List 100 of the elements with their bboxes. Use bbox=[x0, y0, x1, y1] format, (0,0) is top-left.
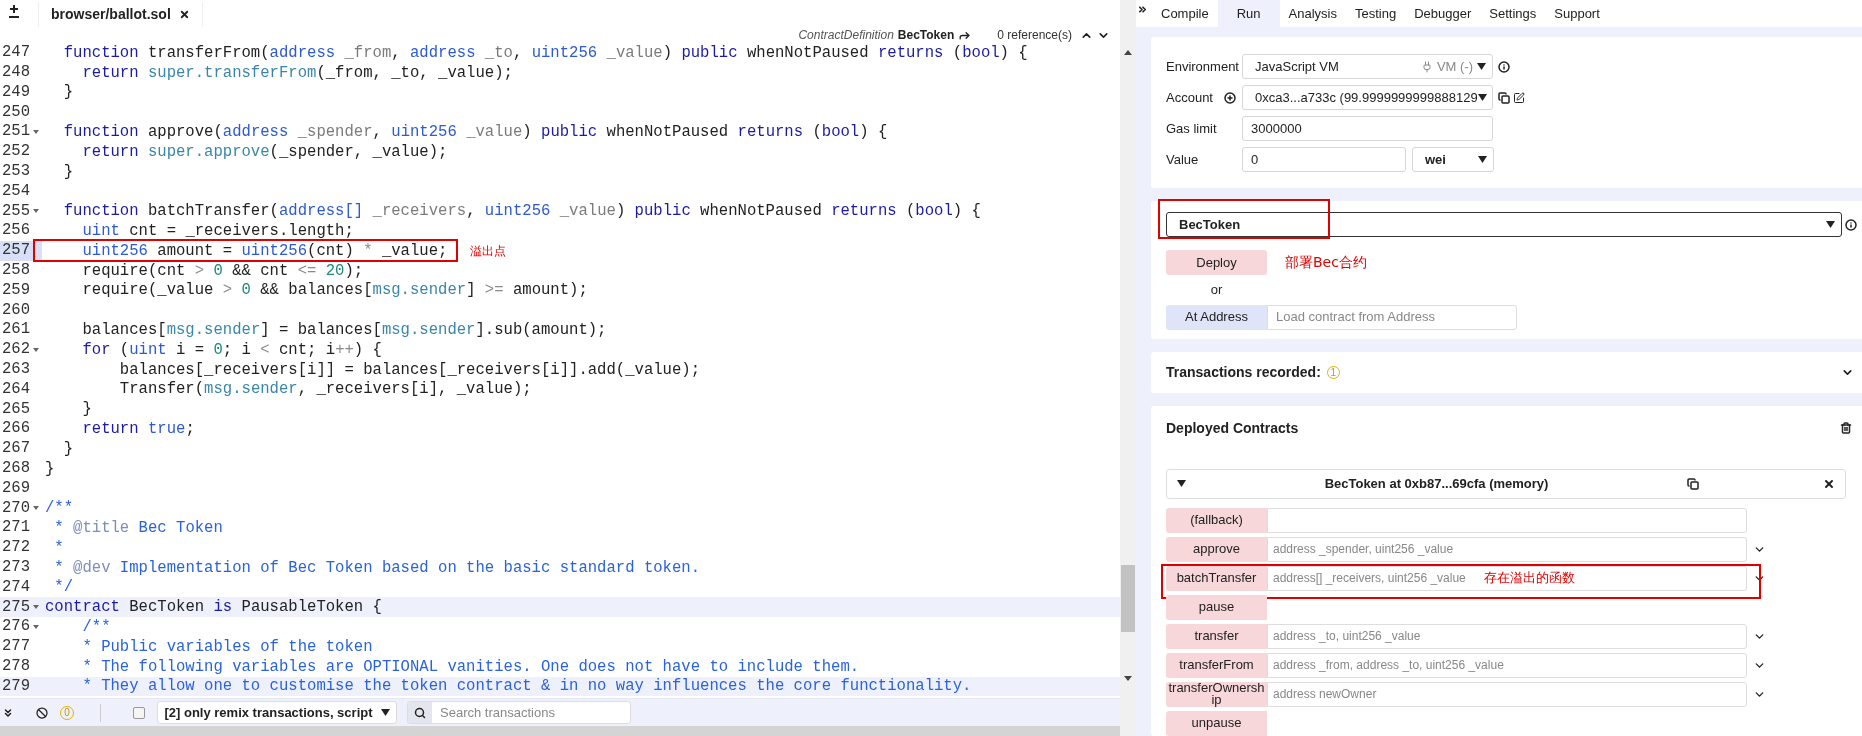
clear-icon[interactable] bbox=[36, 706, 48, 719]
annotation-note: 存在溢出的函数 bbox=[1484, 569, 1575, 588]
fold-arrow-icon[interactable] bbox=[33, 347, 39, 352]
code-line: } bbox=[45, 459, 55, 478]
code-line: uint256 amount = uint256(cnt) * _value; bbox=[81, 241, 448, 260]
line-number: 252 bbox=[0, 141, 30, 163]
line-number: 251 bbox=[0, 121, 30, 143]
line-number: 266 bbox=[0, 418, 30, 440]
contract-select[interactable]: BecToken bbox=[1166, 212, 1842, 237]
fold-arrow-icon[interactable] bbox=[33, 209, 39, 214]
line-number: 263 bbox=[0, 358, 30, 380]
line-number: 269 bbox=[0, 477, 30, 499]
line-number: 265 bbox=[0, 398, 30, 420]
code-line: uint cnt = _receivers.length; bbox=[81, 222, 354, 241]
code-line: * They allow one to customise the token contract & in no way influences the core functionality. bbox=[81, 677, 972, 696]
code-line: function batchTransfer(address[] _receivers, uint256 _value) public whenNotPaused returns (bool) { bbox=[62, 202, 981, 221]
line-number: 248 bbox=[0, 62, 30, 83]
search-field[interactable]: Search transactions bbox=[407, 701, 631, 724]
argument-field[interactable]: address newOwner bbox=[1267, 681, 1747, 707]
copy-icon[interactable] bbox=[1687, 477, 1699, 490]
code-line: * @title Bec Token bbox=[53, 519, 223, 537]
code-line: Transfer(msg.sender, _receivers[i], _value); bbox=[118, 380, 532, 399]
caret-icon bbox=[1478, 156, 1487, 163]
line-number: 247 bbox=[0, 43, 30, 64]
code-line: require(cnt > 0 && cnt <= 20); bbox=[81, 261, 364, 280]
caret-icon bbox=[1826, 221, 1835, 228]
caret-icon bbox=[1177, 480, 1186, 487]
editor-scrollbar[interactable] bbox=[1120, 0, 1136, 736]
collapse-icon[interactable] bbox=[2, 706, 14, 719]
field-label: Gas limit bbox=[1166, 119, 1218, 138]
section-title: Deployed Contracts bbox=[1166, 418, 1299, 438]
function-button[interactable]: (fallback) bbox=[1166, 507, 1267, 533]
code-line: } bbox=[81, 400, 92, 419]
edit-icon[interactable] bbox=[1513, 91, 1525, 104]
line-number: 258 bbox=[0, 259, 30, 281]
line-number: 262 bbox=[0, 339, 30, 361]
line-number: 249 bbox=[0, 81, 30, 103]
function-button[interactable]: approve bbox=[1166, 536, 1267, 562]
plug-icon bbox=[1420, 60, 1433, 73]
fold-arrow-icon[interactable] bbox=[33, 130, 39, 135]
at-address-button[interactable]: At Address bbox=[1166, 304, 1267, 330]
environment-select[interactable]: JavaScript VM VM (-) bbox=[1242, 54, 1493, 79]
value-field[interactable]: 0 bbox=[1242, 147, 1406, 172]
instance-header[interactable]: BecToken at 0xb87...69cfa (memory) bbox=[1166, 468, 1846, 499]
caret-icon bbox=[1477, 63, 1486, 70]
line-number: 277 bbox=[0, 636, 30, 658]
line-number: 274 bbox=[0, 576, 30, 598]
argument-field[interactable]: address _spender, uint256 _value bbox=[1267, 536, 1747, 562]
line-number: 255 bbox=[0, 200, 30, 222]
line-number: 254 bbox=[0, 180, 30, 202]
deploy-button[interactable]: Deploy bbox=[1166, 250, 1267, 275]
argument-field[interactable] bbox=[1267, 507, 1747, 533]
function-button[interactable]: transferFrom bbox=[1166, 652, 1267, 678]
fold-arrow-icon[interactable] bbox=[33, 506, 39, 511]
plus-minus-icon[interactable] bbox=[8, 5, 20, 19]
trash-icon[interactable] bbox=[1840, 422, 1852, 434]
field-label: Account bbox=[1166, 88, 1214, 107]
transactions-label: Transactions recorded: bbox=[1166, 362, 1321, 382]
filter-checkbox[interactable] bbox=[133, 706, 145, 719]
copy-icon[interactable] bbox=[1498, 91, 1510, 104]
fold-arrow-icon[interactable] bbox=[33, 605, 39, 610]
reference-count: 0 reference(s) bbox=[997, 27, 1072, 44]
function-button[interactable]: batchTransfer bbox=[1166, 565, 1267, 591]
code-line: balances[_receivers[i]] = balances[_receivers[i]].add(_value); bbox=[118, 360, 701, 379]
line-number: 271 bbox=[0, 517, 30, 539]
account-select[interactable]: 0xca3...a733c (99.9999999999888129 bbox=[1242, 85, 1493, 110]
file-tab[interactable]: browser/ballot.sol bbox=[38, 2, 203, 27]
scroll-thumb[interactable] bbox=[1121, 565, 1135, 632]
function-button[interactable]: transfer bbox=[1166, 623, 1267, 649]
code-line: /** bbox=[45, 499, 74, 518]
scroll-up-icon[interactable] bbox=[1124, 50, 1132, 55]
scroll-down-icon[interactable] bbox=[1124, 676, 1132, 681]
fold-arrow-icon[interactable] bbox=[33, 625, 39, 629]
function-button[interactable]: unpause bbox=[1166, 710, 1267, 736]
gas-limit-field[interactable]: 3000000 bbox=[1242, 116, 1493, 141]
close-icon[interactable] bbox=[178, 9, 190, 20]
address-field[interactable]: Load contract from Address bbox=[1267, 304, 1517, 330]
close-icon[interactable] bbox=[1823, 477, 1835, 490]
code-line: return super.approve(_spender, _value); bbox=[81, 142, 448, 161]
code-line: * Public variables of the token bbox=[81, 637, 373, 656]
info-icon[interactable] bbox=[1498, 60, 1510, 73]
code-line: /** bbox=[81, 618, 111, 636]
code-line: } bbox=[62, 439, 74, 458]
info-icon[interactable] bbox=[1845, 218, 1857, 231]
expand-icon[interactable] bbox=[1137, 4, 1148, 15]
unit-select[interactable]: wei bbox=[1412, 147, 1494, 172]
panel-tab[interactable]: Run bbox=[1217, 0, 1280, 27]
definition-type: ContractDefinition bbox=[798, 27, 894, 44]
search-icon bbox=[414, 706, 426, 719]
function-button[interactable]: transferOwnership bbox=[1166, 681, 1267, 707]
filter-dropdown[interactable]: [2] only remix transactions, script bbox=[157, 701, 397, 724]
code-line: } bbox=[62, 162, 74, 181]
argument-field[interactable]: address _from, address _to, uint256 _value bbox=[1267, 652, 1747, 678]
caret-icon bbox=[380, 709, 390, 716]
argument-field[interactable]: address _to, uint256 _value bbox=[1267, 623, 1747, 649]
line-number: 250 bbox=[0, 101, 30, 123]
annotation-note: 溢出点 bbox=[470, 242, 507, 260]
function-button[interactable]: pause bbox=[1166, 594, 1267, 620]
code-line: * @dev Implementation of Bec Token based on the basic standard token. bbox=[53, 558, 701, 577]
line-number: 261 bbox=[0, 319, 30, 341]
